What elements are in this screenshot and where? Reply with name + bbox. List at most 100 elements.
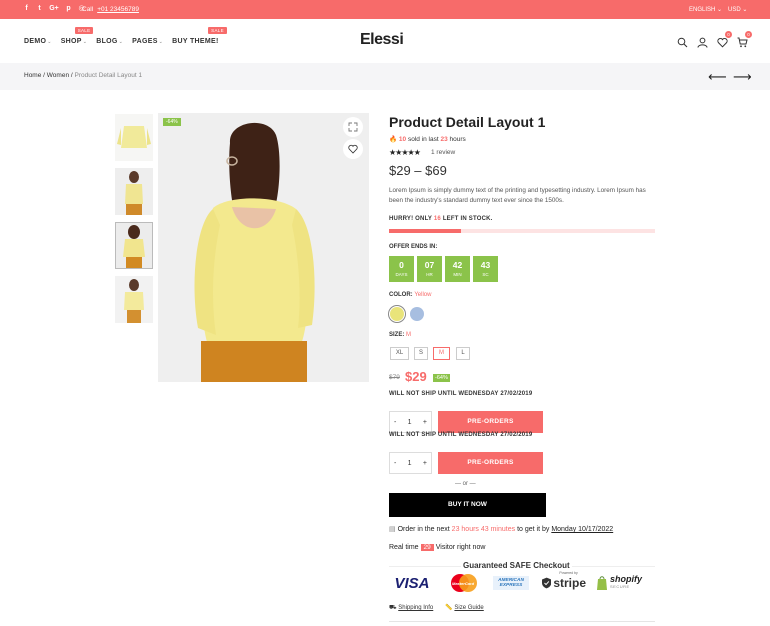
- countdown-minutes: 42 MIN: [445, 256, 470, 282]
- phone-link[interactable]: +01 23456789: [97, 6, 139, 13]
- countdown-days: 0 DAYS: [389, 256, 414, 282]
- currency-select[interactable]: USD ⌄: [728, 6, 747, 13]
- hurry-suffix: LEFT IN STOCK.: [442, 216, 493, 222]
- hurry-prefix: HURRY! ONLY: [389, 216, 432, 222]
- thumbnail-2[interactable]: [115, 168, 153, 215]
- chevron-down-icon: ⌄: [717, 7, 723, 13]
- preorder-button[interactable]: PRE-ORDERS: [438, 411, 543, 433]
- cart-icon[interactable]: 0: [737, 31, 752, 48]
- language-select[interactable]: ENGLISH ⌄: [689, 6, 722, 13]
- quantity-stepper[interactable]: - 1 +: [389, 411, 432, 433]
- bottom-divider: [389, 621, 655, 622]
- nav-label: BUY THEME!: [172, 38, 219, 45]
- nav-label: SHOP: [60, 38, 82, 45]
- preorder-button-2[interactable]: PRE-ORDERS: [438, 452, 543, 474]
- currency-label: USD: [728, 7, 741, 13]
- calendar-icon: ▤: [389, 526, 396, 533]
- nav-label: PAGES: [132, 38, 158, 45]
- order-time: 23 hours 43 minutes: [451, 526, 516, 533]
- sold-hours: 23: [440, 136, 448, 143]
- fire-icon: 🔥: [389, 136, 398, 143]
- color-swatch-yellow[interactable]: [390, 307, 404, 321]
- color-label-text: COLOR:: [389, 292, 413, 298]
- old-price: $79: [389, 374, 400, 381]
- heart-icon[interactable]: [343, 139, 363, 159]
- size-guide-label: Size Guide: [454, 605, 484, 611]
- breadcrumb-separator: /: [70, 72, 73, 79]
- size-guide-link[interactable]: 📏 Size Guide: [445, 604, 484, 612]
- prev-product-arrow-icon[interactable]: ⟵: [708, 69, 727, 85]
- review-count-link[interactable]: 1 review: [431, 149, 455, 156]
- pinterest-icon[interactable]: p: [65, 5, 72, 13]
- thumbnail-1[interactable]: [115, 114, 153, 161]
- breadcrumb: Home / Women / Product Detail Layout 1: [24, 72, 142, 79]
- stripe-icon: Powered by stripe: [542, 571, 586, 594]
- nav-item-demo[interactable]: DEMO⌄: [24, 38, 52, 45]
- google-plus-icon[interactable]: G+: [49, 5, 59, 13]
- nav-item-shop[interactable]: SALE SHOP⌄: [60, 27, 94, 45]
- realtime-visitors: Real time 29 Visitor right now: [389, 544, 485, 551]
- qty-plus-button[interactable]: +: [423, 460, 427, 467]
- thumbnail-3[interactable]: [115, 222, 153, 269]
- qty-minus-button[interactable]: -: [394, 419, 396, 426]
- sold-count: 10: [398, 136, 407, 143]
- color-swatch-blue[interactable]: [410, 307, 424, 321]
- countdown-value: 07: [424, 260, 435, 270]
- stripe-small-text: Powered by: [559, 571, 578, 575]
- countdown-value: 42: [452, 260, 463, 270]
- next-product-arrow-icon[interactable]: ⟶: [733, 69, 752, 85]
- breadcrumb-bar: Home / Women / Product Detail Layout 1 ⟵…: [0, 63, 770, 90]
- sale-percent-badge: -64%: [163, 118, 181, 126]
- shipping-info-link[interactable]: ⛟ Shipping Info: [389, 604, 433, 612]
- qty-value[interactable]: 1: [408, 460, 412, 467]
- nav-label: BLOG: [96, 38, 118, 45]
- top-bar: f t G+ p ◎ Call +01 23456789 ENGLISH ⌄ US…: [0, 0, 770, 19]
- call-label: Call: [82, 6, 94, 13]
- rating-stars: ★★★★★: [389, 148, 421, 157]
- chevron-down-icon: ⌄: [118, 39, 124, 45]
- countdown-value: 43: [480, 260, 491, 270]
- qty-plus-button[interactable]: +: [423, 419, 427, 426]
- color-label: COLOR: Yellow: [389, 292, 431, 298]
- stock-progress-fill: [389, 229, 461, 233]
- visa-icon: VISA: [389, 572, 435, 594]
- expand-icon[interactable]: [343, 117, 363, 137]
- nav-item-buy-theme[interactable]: SALE BUY THEME!: [172, 27, 227, 45]
- size-option-m[interactable]: M: [433, 347, 450, 360]
- site-logo[interactable]: Elessi: [360, 31, 404, 49]
- or-divider: — or —: [455, 481, 476, 487]
- qty-value[interactable]: 1: [408, 419, 412, 426]
- facebook-icon[interactable]: f: [23, 5, 30, 13]
- sale-price: $29: [405, 369, 427, 384]
- shopify-icon: shopify SECURE: [595, 572, 643, 594]
- size-option-l[interactable]: L: [456, 347, 470, 360]
- search-icon[interactable]: [677, 35, 688, 48]
- countdown-seconds: 43 SC: [473, 256, 498, 282]
- nav-item-blog[interactable]: BLOG⌄: [96, 38, 123, 45]
- wishlist-icon[interactable]: 0: [717, 31, 732, 48]
- quantity-stepper-2[interactable]: - 1 +: [389, 452, 432, 474]
- size-option-s[interactable]: S: [414, 347, 428, 360]
- chevron-down-icon: ⌄: [742, 7, 748, 13]
- discount-badge: -64%: [433, 374, 450, 382]
- order-prefix: Order in the next: [397, 526, 450, 533]
- nav-item-pages[interactable]: PAGES⌄: [132, 38, 163, 45]
- visitor-count: 29: [420, 544, 434, 551]
- product-links: ⛟ Shipping Info 📏 Size Guide: [389, 604, 484, 612]
- selected-size: M: [406, 332, 412, 338]
- countdown-unit: MIN: [453, 272, 462, 277]
- product-title: Product Detail Layout 1: [389, 114, 546, 130]
- sold-info: 🔥 10 sold in last 23 hours: [389, 135, 466, 143]
- thumbnail-4[interactable]: [115, 276, 153, 323]
- breadcrumb-women[interactable]: Women: [47, 72, 69, 79]
- size-option-xl[interactable]: XL: [390, 347, 409, 360]
- shopify-secure-text: SECURE: [609, 584, 630, 589]
- buy-now-button[interactable]: BUY IT NOW: [389, 493, 546, 517]
- breadcrumb-separator: /: [43, 72, 45, 79]
- qty-minus-button[interactable]: -: [394, 460, 396, 467]
- breadcrumb-home[interactable]: Home: [24, 72, 41, 79]
- main-product-image[interactable]: [158, 113, 369, 382]
- twitter-icon[interactable]: t: [36, 5, 43, 13]
- price-range: $29 – $69: [389, 163, 447, 178]
- user-icon[interactable]: [697, 35, 708, 48]
